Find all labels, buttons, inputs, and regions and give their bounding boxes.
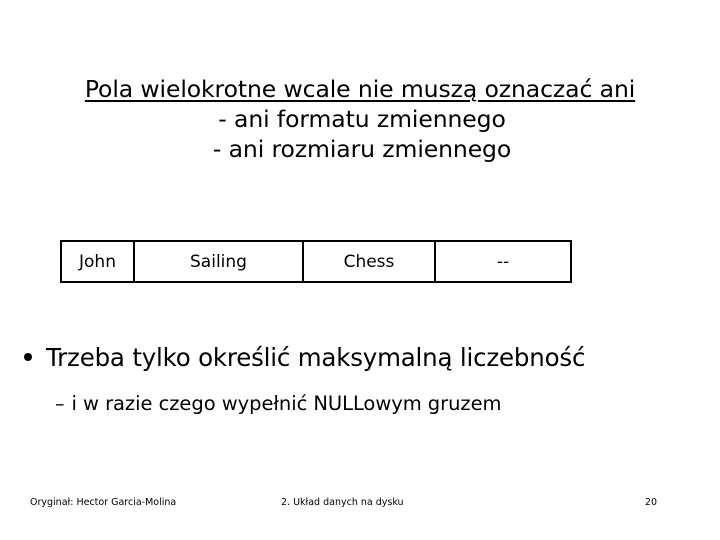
bullet-dot-icon bbox=[24, 353, 32, 361]
bullet-main-label: Trzeba tylko określić maksymalną liczebn… bbox=[46, 343, 586, 372]
bullet-item-sub: – i w razie czego wypełnić NULLowym gruz… bbox=[55, 391, 502, 417]
table-cell-hobby-2: Chess bbox=[302, 242, 434, 281]
table-cell-name: John bbox=[79, 251, 116, 272]
footer-section: 2. Układ danych na dysku bbox=[281, 497, 404, 508]
slide-canvas: Pola wielokrotne wcale nie muszą oznacza… bbox=[0, 0, 720, 540]
bullet-item-main: Trzeba tylko określić maksymalną liczebn… bbox=[24, 343, 714, 373]
record-table: John Sailing Chess -- bbox=[60, 240, 572, 283]
title-line-3: - ani rozmiaru zmiennego bbox=[212, 135, 512, 163]
slide-footer: Oryginał: Hector Garcia-Molina 2. Układ … bbox=[0, 496, 720, 516]
title-line-1: Pola wielokrotne wcale nie muszą oznacza… bbox=[84, 75, 636, 103]
bullet-sub-label: i w razie czego wypełnić NULLowym gruzem bbox=[71, 392, 502, 415]
footer-page-number: 20 bbox=[645, 497, 658, 508]
table-cell-hobby-1: Sailing bbox=[133, 242, 302, 281]
title-line-2: - ani formatu zmiennego bbox=[218, 105, 506, 133]
bullet-dash-icon: – bbox=[55, 393, 65, 415]
slide-title: Pola wielokrotne wcale nie muszą oznacza… bbox=[0, 74, 720, 164]
footer-credit: Oryginał: Hector Garcia-Molina bbox=[30, 497, 177, 508]
table-cell-hobby-3: -- bbox=[434, 242, 570, 281]
